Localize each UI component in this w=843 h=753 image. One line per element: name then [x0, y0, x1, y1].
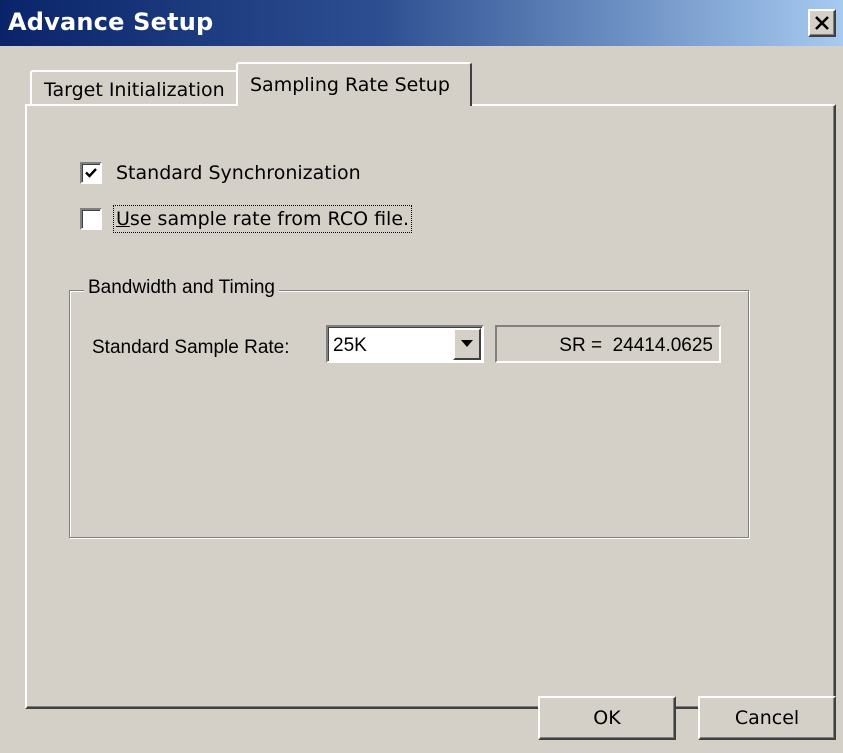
- accelerator-letter: U: [116, 208, 130, 230]
- checkmark-icon: [85, 168, 97, 178]
- use-rco-sample-rate-checkbox[interactable]: Use sample rate from RCO file.: [80, 204, 413, 234]
- sample-rate-select[interactable]: 25K: [326, 325, 484, 363]
- bandwidth-timing-group: Bandwidth and Timing Standard Sample Rat…: [69, 277, 749, 538]
- window-title: Advance Setup: [8, 8, 214, 36]
- checkbox-label: Use sample rate from RCO file.: [112, 205, 413, 233]
- chevron-down-icon: [461, 340, 473, 347]
- sample-rate-label: Standard Sample Rate:: [92, 337, 290, 358]
- sr-readout-text: SR = 24414.0625: [559, 335, 713, 356]
- close-icon: [815, 16, 829, 30]
- tab-label: Sampling Rate Setup: [250, 74, 450, 96]
- checkbox-box[interactable]: [80, 208, 102, 230]
- cancel-button[interactable]: Cancel: [698, 696, 836, 740]
- tab-sampling-rate-setup[interactable]: Sampling Rate Setup: [236, 62, 472, 106]
- title-bar[interactable]: Advance Setup: [0, 0, 843, 46]
- dropdown-button[interactable]: [453, 328, 481, 360]
- sample-rate-value: 25K: [333, 335, 367, 356]
- checkbox-label-rest: se sample rate from RCO file.: [129, 208, 410, 230]
- advance-setup-dialog: Advance Setup Target Initialization Samp…: [0, 0, 843, 753]
- tab-target-initialization[interactable]: Target Initialization: [30, 70, 240, 104]
- standard-synchronization-checkbox[interactable]: Standard Synchronization: [80, 158, 361, 188]
- checkbox-box[interactable]: [80, 162, 102, 184]
- sample-rate-readout: SR = 24414.0625: [495, 325, 721, 363]
- checkbox-label: Standard Synchronization: [116, 162, 361, 184]
- ok-button[interactable]: OK: [538, 696, 676, 740]
- group-title: Bandwidth and Timing: [84, 277, 279, 299]
- close-button[interactable]: [808, 9, 836, 37]
- tab-label: Target Initialization: [44, 79, 225, 101]
